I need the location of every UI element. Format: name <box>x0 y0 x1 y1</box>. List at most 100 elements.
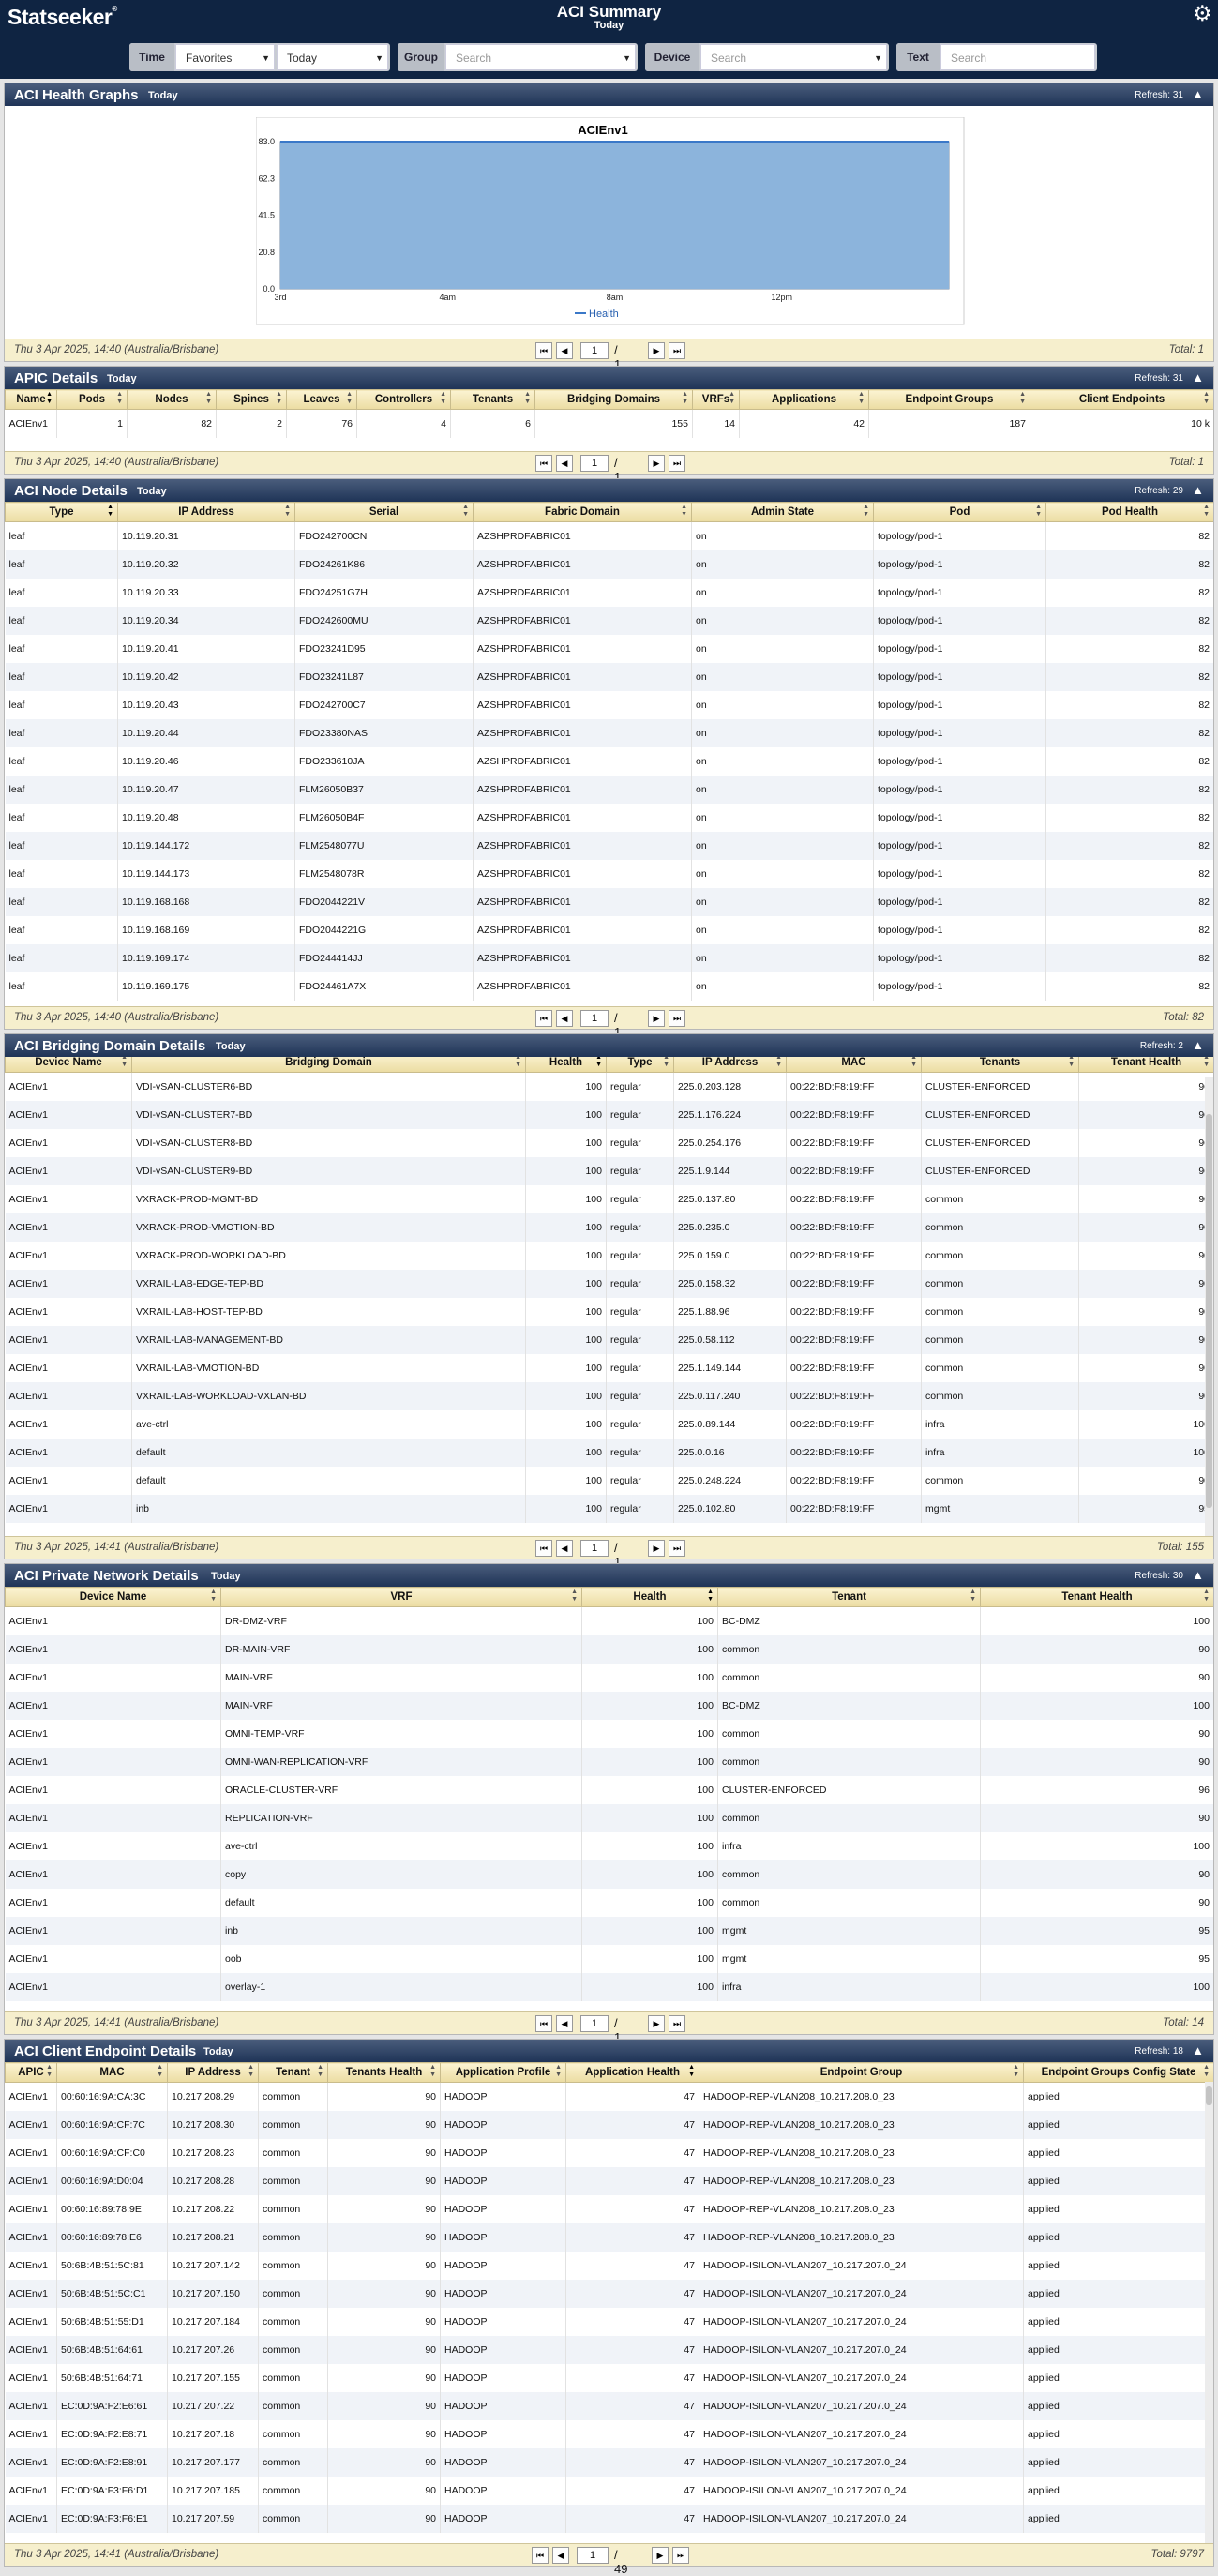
table-row[interactable]: ACIEnv1 50:6B:4B:51:55:D1 10.217.207.184 co… <box>5 2307 1213 2336</box>
sort-icon[interactable]: ▲ ▼ <box>515 1057 521 1069</box>
table-row[interactable]: ACIEnv1 00:60:16:89:78:E6 10.217.208.21 com… <box>5 2222 1213 2252</box>
column-header-mac[interactable]: MAC ▲ ▼ <box>786 1057 922 1073</box>
prev-page-icon[interactable]: ◀ <box>556 342 573 359</box>
page-input[interactable]: 1 <box>580 1540 609 1557</box>
table-row[interactable]: ACIEnv1 VXRAIL-LAB-VMOTION-BD 100 regular 22… <box>5 1353 1213 1382</box>
table-row[interactable]: ACIEnv1 default 100 regular 225.0.0.16 00:22:… <box>5 1438 1213 1467</box>
prev-page-icon[interactable]: ◀ <box>556 455 573 472</box>
column-header-endpoint-groups-config-state[interactable]: Endpoint Groups Config State ▲ ▼ <box>1023 2062 1213 2083</box>
sort-icon[interactable]: ▲ ▼ <box>157 2064 163 2079</box>
column-header-health[interactable]: Health ▲ ▼ <box>581 1587 718 1607</box>
first-page-icon[interactable]: ⏮ <box>535 1540 552 1557</box>
sort-icon[interactable]: ▲ ▼ <box>121 1057 128 1069</box>
table-row[interactable]: ACIEnv1 50:6B:4B:51:64:61 10.217.207.26 com… <box>5 2335 1213 2364</box>
scrollbar-thumb[interactable] <box>1206 2086 1212 2105</box>
sort-icon[interactable]: ▲ ▼ <box>1203 1589 1210 1604</box>
column-header-vrf[interactable]: VRF ▲ ▼ <box>220 1587 582 1607</box>
table-row[interactable]: ACIEnv1 00:60:16:9A:D0:04 10.217.208.28 com… <box>5 2166 1213 2195</box>
table-row[interactable]: ACIEnv1 VXRAIL-LAB-MANAGEMENT-BD 100 regula… <box>5 1325 1213 1354</box>
table-row[interactable]: ACIEnv1 inb 100 regular 225.0.102.80 00:22:BD… <box>5 1494 1213 1523</box>
column-header-admin-state[interactable]: Admin State ▲ ▼ <box>691 502 874 522</box>
table-row[interactable]: ACIEnv1 VXRAIL-LAB-HOST-TEP-BD 100 regular 2… <box>5 1297 1213 1326</box>
first-page-icon[interactable]: ⏮ <box>532 2547 549 2564</box>
sort-icon[interactable]: ▲ ▼ <box>688 2064 695 2079</box>
table-row[interactable]: leaf 10.119.20.31 FDO242700CN AZSHPRDFABRIC… <box>5 521 1213 550</box>
scrollbar[interactable] <box>1205 2082 1213 2544</box>
sort-icon[interactable]: ▲ ▼ <box>107 504 113 519</box>
next-page-icon[interactable]: ▶ <box>652 2547 669 2564</box>
prev-page-icon[interactable]: ◀ <box>556 1540 573 1557</box>
table-row[interactable]: ACIEnv1 EC:0D:9A:F3:F6:D1 10.217.207.185 co… <box>5 2476 1213 2505</box>
table-row[interactable]: ACIEnv1 DR-DMZ-VRF 100 BC-DMZ 100 <box>5 1606 1213 1635</box>
table-row[interactable]: ACIEnv1 VDI-vSAN-CLUSTER6-BD 100 regular 225… <box>5 1072 1213 1101</box>
table-row[interactable]: leaf 10.119.20.46 FDO233610JA AZSHPRDFABRIC… <box>5 746 1213 776</box>
collapse-icon[interactable]: ▲ <box>1192 1568 1204 1582</box>
table-row[interactable]: ACIEnv1 00:60:16:89:78:9E 10.217.208.22 com… <box>5 2194 1213 2223</box>
column-header-pod-health[interactable]: Pod Health ▲ ▼ <box>1045 502 1213 522</box>
sort-icon[interactable]: ▲ ▼ <box>571 1589 578 1604</box>
table-row[interactable]: ACIEnv1 ave-ctrl 100 regular 225.0.89.144 00:… <box>5 1409 1213 1439</box>
sort-icon[interactable]: ▲ ▼ <box>1035 504 1042 519</box>
sort-icon[interactable]: ▲ ▼ <box>1203 504 1210 519</box>
next-page-icon[interactable]: ▶ <box>648 342 665 359</box>
table-row[interactable]: ACIEnv1 VDI-vSAN-CLUSTER8-BD 100 regular 225… <box>5 1128 1213 1157</box>
sort-icon[interactable]: ▲ ▼ <box>858 391 865 406</box>
table-row[interactable]: ACIEnv1 00:60:16:9A:CA:3C 10.217.208.29 com… <box>5 2082 1213 2111</box>
column-header-ip-address[interactable]: IP Address ▲ ▼ <box>673 1057 787 1073</box>
column-header-ip-address[interactable]: IP Address ▲ ▼ <box>117 502 295 522</box>
column-header-tenants[interactable]: Tenants ▲ ▼ <box>921 1057 1079 1073</box>
sort-icon[interactable]: ▲ ▼ <box>284 504 291 519</box>
column-header-pods[interactable]: Pods ▲ ▼ <box>56 389 128 410</box>
table-row[interactable]: ACIEnv1 OMNI-TEMP-VRF 100 common 90 <box>5 1719 1213 1748</box>
table-row[interactable]: leaf 10.119.144.172 FLM2548077U AZSHPRDFABR… <box>5 831 1213 860</box>
column-header-fabric-domain[interactable]: Fabric Domain ▲ ▼ <box>473 502 692 522</box>
column-header-client-endpoints[interactable]: Client Endpoints ▲ ▼ <box>1030 389 1213 410</box>
table-row[interactable]: leaf 10.119.20.42 FDO23241L87 AZSHPRDFABRIC… <box>5 662 1213 691</box>
table-row[interactable]: leaf 10.119.169.175 FDO24461A7X AZSHPRDFABR… <box>5 972 1213 1001</box>
scrollbar[interactable] <box>1205 1077 1213 1537</box>
sort-icon[interactable]: ▲ ▼ <box>910 1057 917 1069</box>
first-page-icon[interactable]: ⏮ <box>535 2015 552 2032</box>
column-header-type[interactable]: Type ▲ ▼ <box>5 502 118 522</box>
column-header-ip-address[interactable]: IP Address ▲ ▼ <box>167 2062 259 2083</box>
table-row[interactable]: ACIEnv1 VXRAIL-LAB-EDGE-TEP-BD 100 regular 2… <box>5 1269 1213 1298</box>
column-header-application-health[interactable]: Application Health ▲ ▼ <box>565 2062 699 2083</box>
table-row[interactable]: ACIEnv1 VDI-vSAN-CLUSTER9-BD 100 regular 225… <box>5 1156 1213 1185</box>
table-row[interactable]: ACIEnv1 REPLICATION-VRF 100 common 90 <box>5 1803 1213 1832</box>
next-page-icon[interactable]: ▶ <box>648 2015 665 2032</box>
table-row[interactable]: ACIEnv1 default 100 regular 225.0.248.224 00:… <box>5 1466 1213 1495</box>
gear-icon[interactable]: ⚙ <box>1193 1 1212 26</box>
sort-icon[interactable]: ▲ ▼ <box>116 391 123 406</box>
column-header-leaves[interactable]: Leaves ▲ ▼ <box>286 389 357 410</box>
table-row[interactable]: ACIEnv1 00:60:16:9A:CF:7C 10.217.208.30 com… <box>5 2110 1213 2139</box>
sort-icon[interactable]: ▲ ▼ <box>663 1057 669 1069</box>
table-row[interactable]: ACIEnv1 50:6B:4B:51:64:71 10.217.207.155 co… <box>5 2363 1213 2392</box>
table-row[interactable]: ACIEnv1 MAIN-VRF 100 BC-DMZ 100 <box>5 1691 1213 1720</box>
text-search-input[interactable]: Search <box>940 44 1095 70</box>
sort-icon[interactable]: ▲ ▼ <box>1203 391 1210 406</box>
table-row[interactable]: ACIEnv1 50:6B:4B:51:5C:C1 10.217.207.150 co… <box>5 2279 1213 2308</box>
column-header-mac[interactable]: MAC ▲ ▼ <box>56 2062 168 2083</box>
last-page-icon[interactable]: ⏭ <box>669 455 685 472</box>
collapse-icon[interactable]: ▲ <box>1192 2043 1204 2057</box>
table-row[interactable]: ACIEnv1 MAIN-VRF 100 common 90 <box>5 1663 1213 1692</box>
sort-icon[interactable]: ▲ ▼ <box>210 1589 217 1604</box>
sort-icon[interactable]: ▲ ▼ <box>707 1589 714 1604</box>
next-page-icon[interactable]: ▶ <box>648 1010 665 1027</box>
first-page-icon[interactable]: ⏮ <box>535 455 552 472</box>
page-input[interactable]: 1 <box>580 1010 609 1027</box>
sort-icon[interactable]: ▲ ▼ <box>682 391 688 406</box>
sort-icon[interactable]: ▲ ▼ <box>1013 2064 1019 2079</box>
table-row[interactable]: ACIEnv1 DR-MAIN-VRF 100 common 90 <box>5 1634 1213 1664</box>
table-row[interactable]: ACIEnv1 50:6B:4B:51:5C:81 10.217.207.142 co… <box>5 2251 1213 2280</box>
time-favorites-select[interactable]: Favorites ▼ <box>175 44 275 70</box>
prev-page-icon[interactable]: ◀ <box>552 2547 569 2564</box>
time-range-select[interactable]: Today ▼ <box>277 44 388 70</box>
sort-icon[interactable]: ▲ ▼ <box>775 1057 782 1069</box>
column-header-bridging-domain[interactable]: Bridging Domain ▲ ▼ <box>131 1057 526 1073</box>
table-row[interactable]: ACIEnv1 1 82 2 76 4 6 155 14 42 187 10 k <box>5 409 1213 438</box>
table-row[interactable]: ACIEnv1 ave-ctrl 100 infra 100 <box>5 1831 1213 1860</box>
sort-icon[interactable]: ▲ ▼ <box>317 2064 323 2079</box>
column-header-serial[interactable]: Serial ▲ ▼ <box>294 502 474 522</box>
column-header-bridging-domains[interactable]: Bridging Domains ▲ ▼ <box>534 389 693 410</box>
